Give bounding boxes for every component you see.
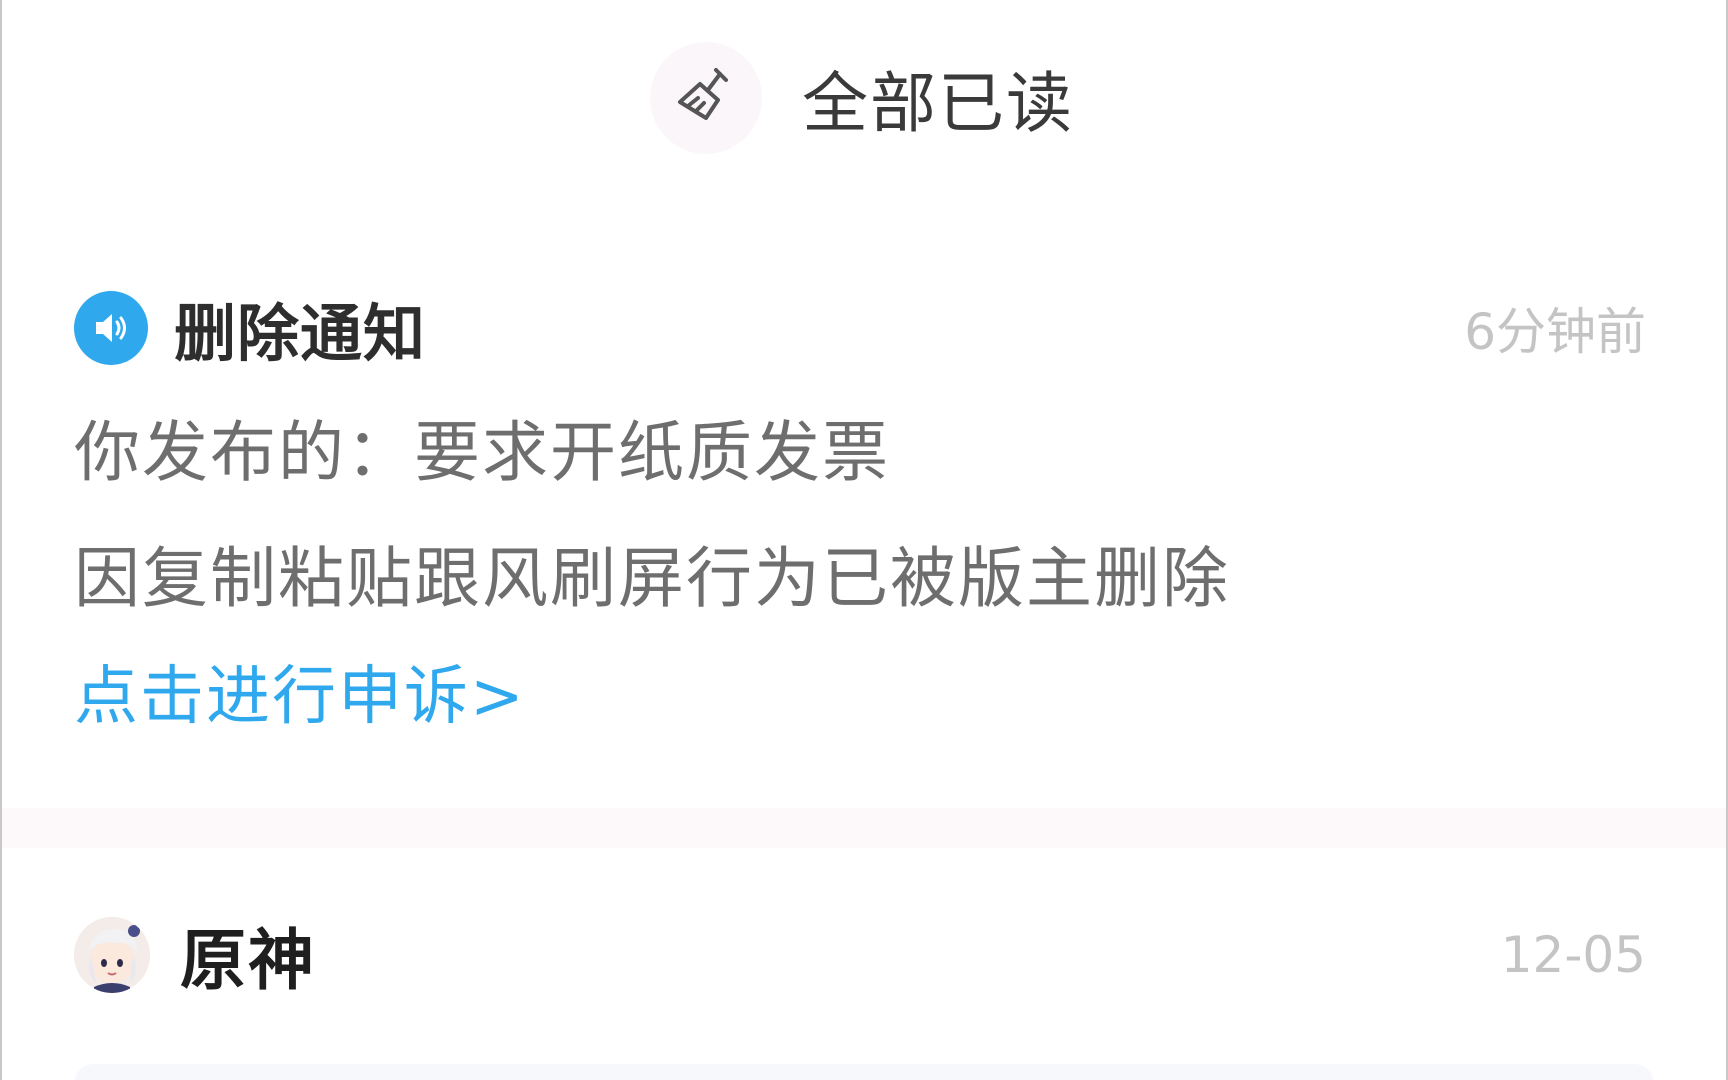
item-date: 12-05	[1500, 926, 1646, 984]
mark-all-read-label: 全部已读	[802, 65, 1074, 142]
message-item-genshin[interactable]: 原神 12-05	[74, 900, 1654, 1010]
delete-notice-card[interactable]: 删除通知 6分钟前 你发布的：要求开纸质发票 因复制粘贴跟风刷屏行为已被版主删除…	[74, 280, 1654, 752]
broom-icon	[650, 42, 762, 154]
notice-body-line: 因复制粘贴跟风刷屏行为已被版主删除	[74, 540, 1230, 617]
notice-body-line: 你发布的：要求开纸质发票	[74, 414, 890, 491]
notice-title: 删除通知	[174, 297, 427, 370]
notification-screen: 全部已读 删除通知 6分钟前 你发布的：要求开纸质发票 因复制粘贴跟风刷屏行为已…	[0, 0, 1728, 1080]
section-divider	[2, 808, 1726, 848]
mark-all-read-button[interactable]: 全部已读	[650, 38, 1074, 158]
appeal-link[interactable]: 点击进行申诉>	[74, 642, 526, 752]
notice-header: 删除通知 6分钟前	[74, 280, 1654, 376]
notice-timestamp: 6分钟前	[1464, 303, 1646, 361]
speaker-icon	[74, 291, 148, 365]
next-message-card[interactable]	[74, 1064, 1654, 1080]
avatar	[74, 917, 150, 993]
item-title: 原神	[180, 922, 316, 999]
